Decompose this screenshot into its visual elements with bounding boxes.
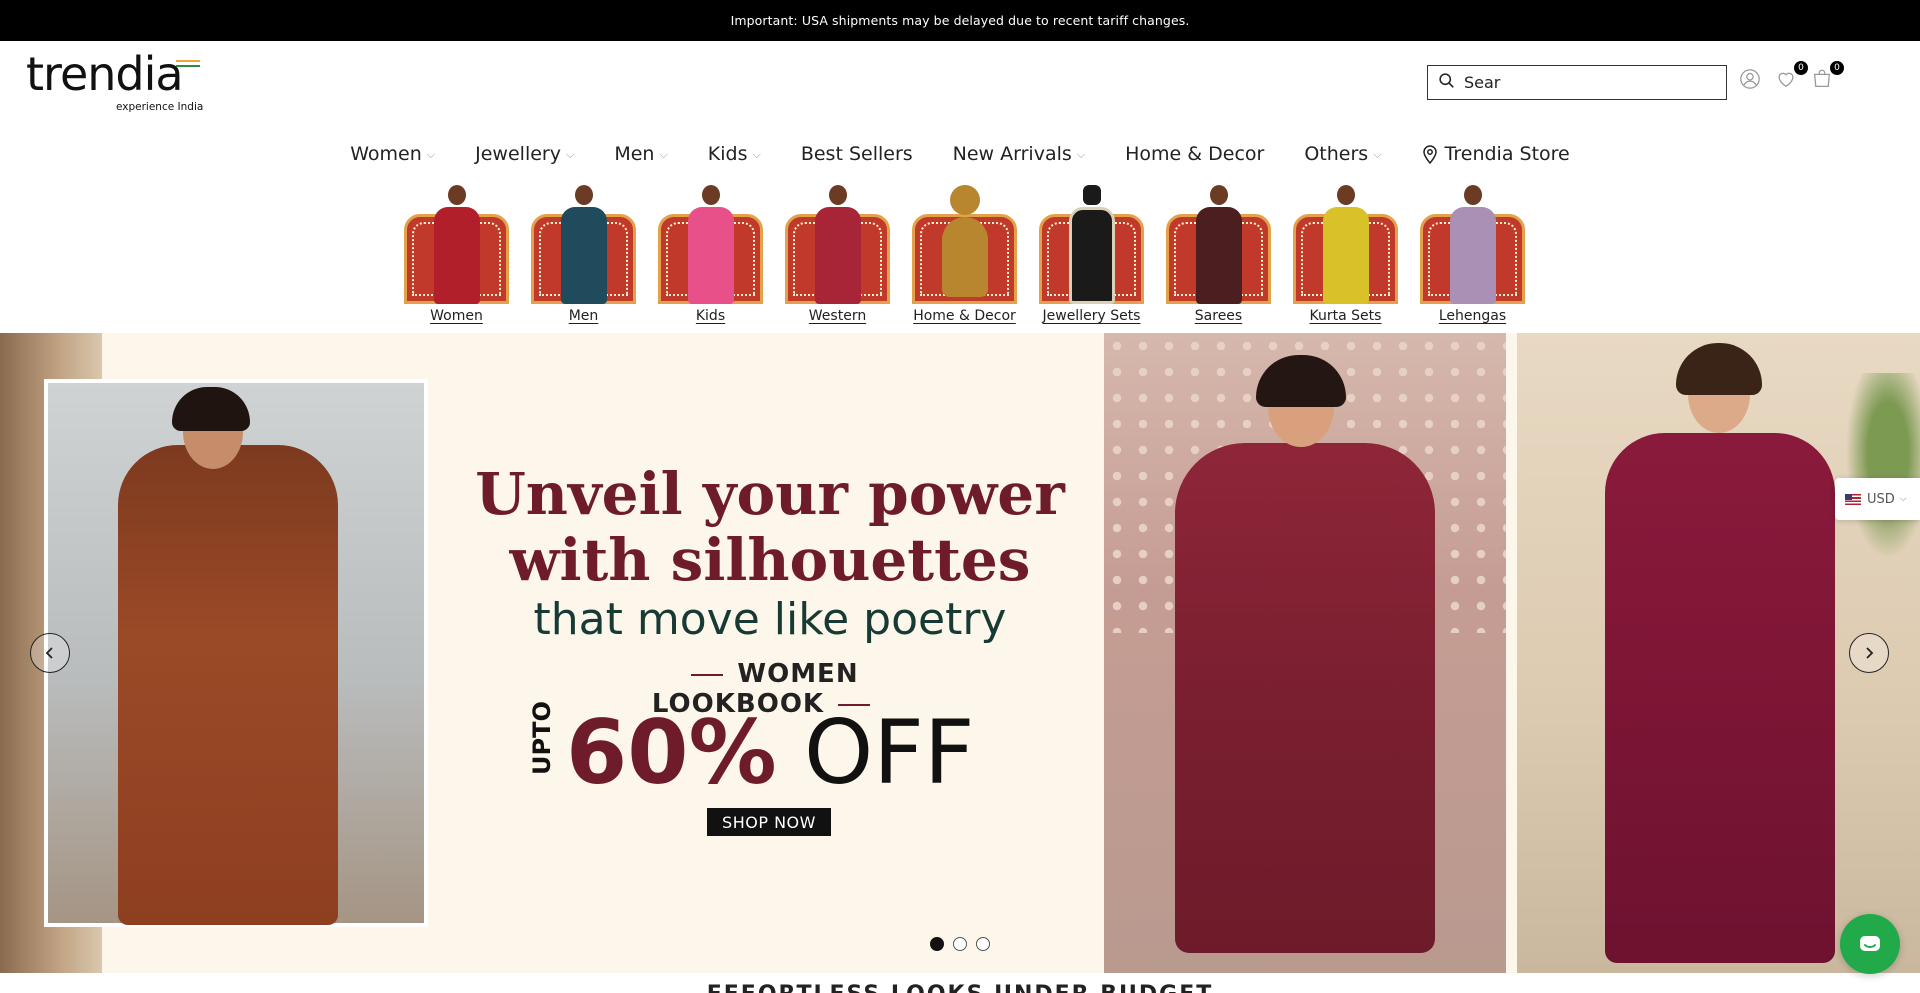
search-box[interactable] <box>1427 65 1727 100</box>
wishlist-count-badge: 0 <box>1794 61 1808 75</box>
nav-item-label: Best Sellers <box>800 143 913 165</box>
category-label: Home & Decor <box>913 308 1016 324</box>
slider-next-button[interactable] <box>1849 633 1889 673</box>
nav-item-women[interactable]: Women ⌵ <box>330 143 455 165</box>
category-image <box>1166 182 1271 304</box>
cart-icon[interactable]: 0 <box>1811 61 1844 92</box>
slider-dot-3[interactable] <box>976 937 990 951</box>
category-label: Sarees <box>1194 308 1243 324</box>
category-image <box>1293 182 1398 304</box>
announcement-bar: Important: USA shipments may be delayed … <box>0 0 1920 41</box>
hero-banner[interactable]: Unveil your power with silhouettes that … <box>0 333 1920 973</box>
slider-prev-button[interactable] <box>30 633 70 673</box>
search-input[interactable] <box>1464 73 1704 92</box>
hero-line-1: Unveil your power <box>475 460 1065 528</box>
logo-wordmark: trendia <box>26 47 184 101</box>
nav-item-best-sellers[interactable]: Best Sellers <box>781 143 933 165</box>
chevron-down-icon: ⌵ <box>565 148 575 161</box>
category-kids[interactable]: Kids <box>658 182 763 328</box>
slider-dot-1[interactable] <box>930 937 944 951</box>
category-jewellery-sets[interactable]: Jewellery Sets <box>1039 182 1144 328</box>
category-label: Kids <box>695 308 726 324</box>
model-image <box>118 445 338 925</box>
chevron-down-icon: ⌵ <box>1899 494 1907 504</box>
announcement-text: Important: USA shipments may be delayed … <box>730 13 1190 28</box>
category-image <box>658 182 763 304</box>
nav-item-kids[interactable]: Kids ⌵ <box>688 143 781 165</box>
slider-dot-2[interactable] <box>953 937 967 951</box>
cart-count-badge: 0 <box>1830 61 1844 75</box>
category-label: Western <box>808 308 867 324</box>
nav-item-trendia-store[interactable]: Trendia Store <box>1402 143 1590 165</box>
upto-label: UPTO <box>528 701 556 775</box>
category-lehengas[interactable]: Lehengas <box>1420 182 1525 328</box>
main-nav: Women ⌵ Jewellery ⌵ Men ⌵ Kids ⌵ Best Seller… <box>0 133 1920 175</box>
hero-upto: UPTO <box>528 701 568 795</box>
flag-icon <box>176 60 200 67</box>
nav-item-label: Men <box>614 143 655 165</box>
us-flag-icon <box>1845 493 1861 505</box>
next-section-title: EFFORTLESS LOOKS UNDER BUDGET <box>0 978 1920 993</box>
account-icon[interactable] <box>1739 68 1763 92</box>
nav-item-jewellery[interactable]: Jewellery ⌵ <box>455 143 594 165</box>
chevron-down-icon: ⌵ <box>659 148 668 161</box>
wishlist-icon[interactable]: 0 <box>1775 61 1808 92</box>
hero-discount-percent: 60% <box>566 701 777 804</box>
chevron-down-icon: ⌵ <box>752 148 761 161</box>
nav-item-label: Others <box>1304 143 1369 165</box>
nav-item-new-arrivals[interactable]: New Arrivals ⌵ <box>933 143 1105 165</box>
hero-line-3: that move like poetry <box>533 594 1007 645</box>
category-kurta-sets[interactable]: Kurta Sets <box>1293 182 1398 328</box>
chevron-down-icon: ⌵ <box>426 148 436 161</box>
search-icon <box>1438 72 1455 93</box>
currency-code: USD <box>1867 491 1895 507</box>
category-sarees[interactable]: Sarees <box>1166 182 1271 328</box>
category-image <box>1420 182 1525 304</box>
shop-now-button[interactable]: SHOP NOW <box>707 808 831 836</box>
category-home-decor[interactable]: Home & Decor <box>912 182 1017 328</box>
hero-headline: Unveil your power with silhouettes that … <box>460 461 1080 647</box>
hero-discount-off: OFF <box>804 701 975 804</box>
model-image <box>1605 433 1835 963</box>
category-men[interactable]: Men <box>531 182 636 328</box>
category-image <box>531 182 636 304</box>
category-label: Men <box>568 308 599 324</box>
location-pin-icon <box>1422 144 1438 164</box>
category-image <box>1039 182 1144 304</box>
category-image <box>785 182 890 304</box>
nav-item-label: Jewellery <box>475 143 561 165</box>
chat-icon <box>1860 936 1880 951</box>
chevron-left-icon <box>45 647 53 659</box>
nav-item-label: Women <box>350 143 422 165</box>
chevron-down-icon: ⌵ <box>1373 148 1382 161</box>
category-label: Jewellery Sets <box>1042 308 1141 324</box>
category-image <box>912 182 1017 304</box>
category-western[interactable]: Western <box>785 182 890 328</box>
nav-item-others[interactable]: Others ⌵ <box>1284 143 1401 165</box>
category-label: Women <box>430 308 483 324</box>
category-label: Lehengas <box>1438 308 1507 324</box>
nav-item-men[interactable]: Men ⌵ <box>594 143 687 165</box>
logo[interactable]: trendia experience India <box>26 47 204 113</box>
section-title: EFFORTLESS LOOKS UNDER BUDGET <box>707 982 1214 993</box>
site-header: trendia experience India 0 0 <box>0 41 1920 116</box>
nav-item-label: New Arrivals <box>952 143 1072 165</box>
slider-pagination <box>930 937 990 951</box>
plant-decor <box>1840 373 1920 573</box>
nav-item-label: Trendia Store <box>1444 143 1570 165</box>
hero-line-2: with silhouettes <box>509 526 1031 594</box>
logo-tagline: experience India <box>116 101 204 113</box>
chevron-down-icon: ⌵ <box>1076 148 1086 161</box>
nav-item-label: Kids <box>707 143 748 165</box>
nav-item-home-decor[interactable]: Home & Decor <box>1105 143 1284 165</box>
chat-button[interactable] <box>1840 914 1900 974</box>
category-image <box>404 182 509 304</box>
nav-item-label: Home & Decor <box>1125 143 1265 165</box>
chevron-right-icon <box>1866 647 1874 659</box>
category-label: Kurta Sets <box>1309 308 1382 324</box>
model-image <box>1175 443 1435 953</box>
category-strip: Women Men Kids Western Home & Decor Jewe… <box>404 182 1525 328</box>
category-women[interactable]: Women <box>404 182 509 328</box>
currency-selector[interactable]: USD ⌵ <box>1835 478 1920 520</box>
